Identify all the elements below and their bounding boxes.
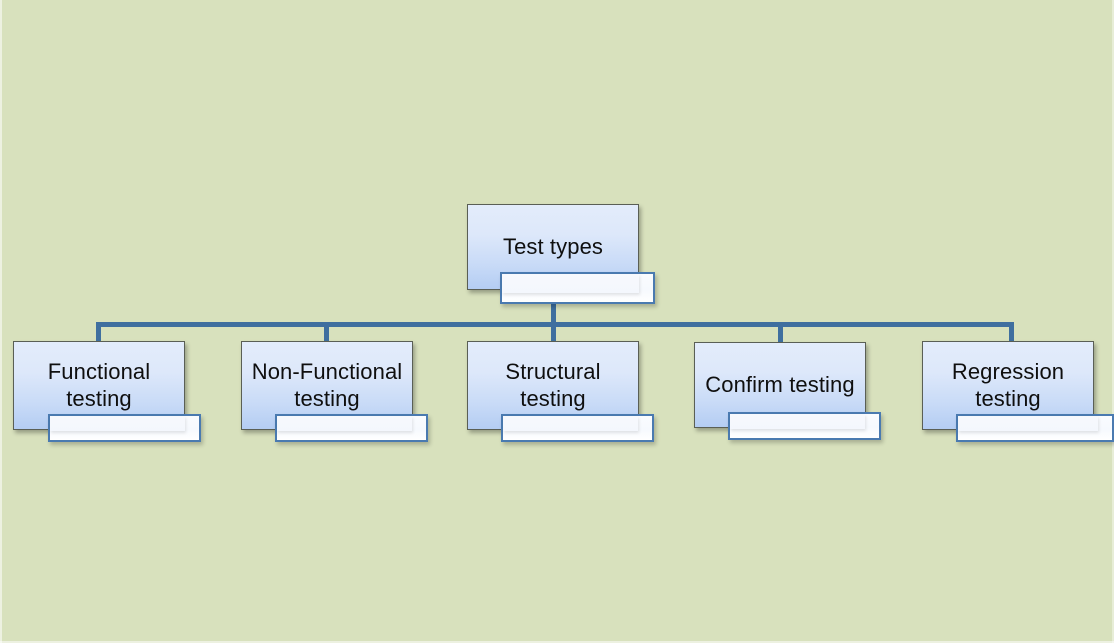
- subbox-confirm-testing[interactable]: [728, 412, 881, 440]
- node-label-non-functional-testing: Non-Functional testing: [251, 358, 403, 411]
- subbox-structural-testing[interactable]: [501, 414, 654, 442]
- subbox-inner: [503, 416, 638, 431]
- node-label-confirm-testing: Confirm testing: [705, 371, 855, 397]
- node-label-structural-testing: Structural testing: [505, 358, 601, 411]
- subbox-functional-testing[interactable]: [48, 414, 201, 442]
- subbox-non-functional-testing[interactable]: [275, 414, 428, 442]
- subbox-test-types[interactable]: [500, 272, 655, 304]
- subbox-inner: [730, 414, 865, 429]
- node-label-test-types: Test types: [502, 233, 604, 259]
- subbox-inner: [502, 274, 639, 293]
- connector-drop-confirm: [778, 322, 783, 344]
- subbox-inner: [958, 416, 1098, 431]
- node-label-regression-testing: Regression testing: [951, 358, 1065, 411]
- diagram-canvas: Test types Functional testing Non-Functi…: [0, 0, 1114, 643]
- subbox-inner: [277, 416, 412, 431]
- node-label-functional-testing: Functional testing: [47, 358, 151, 411]
- subbox-inner: [50, 416, 185, 431]
- subbox-regression-testing[interactable]: [956, 414, 1114, 442]
